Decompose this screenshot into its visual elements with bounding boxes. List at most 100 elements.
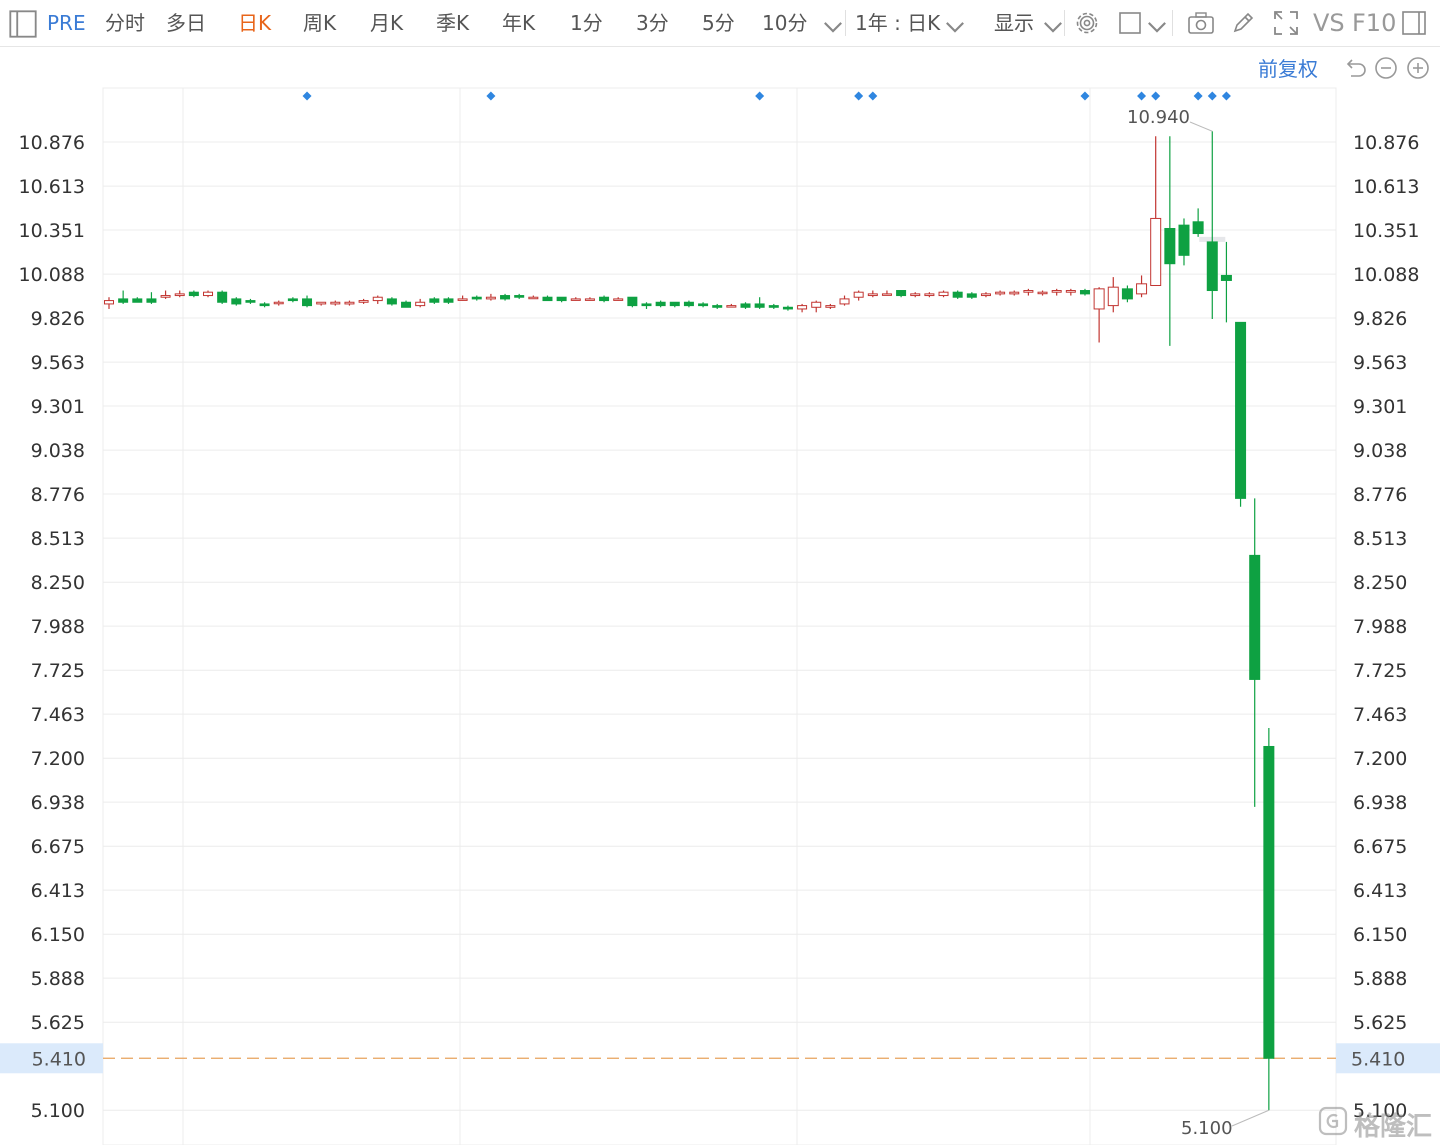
- candle-body-up[interactable]: [1107, 286, 1119, 307]
- candle-body-up[interactable]: [995, 291, 1006, 295]
- candle-body-up[interactable]: [584, 298, 595, 301]
- candle-body-up[interactable]: [1065, 290, 1076, 293]
- y-tick-label-left: 5.625: [31, 1012, 85, 1034]
- candle-body-down[interactable]: [1249, 554, 1261, 680]
- candle-body-down[interactable]: [259, 303, 270, 307]
- event-marker[interactable]: [1151, 91, 1161, 101]
- candle-body-up[interactable]: [330, 301, 341, 305]
- candle-body-up[interactable]: [867, 293, 878, 297]
- candle-body-down[interactable]: [146, 298, 157, 303]
- candle-body-up[interactable]: [358, 300, 369, 303]
- candle-body-up[interactable]: [825, 305, 836, 308]
- candle-body-up[interactable]: [613, 298, 624, 301]
- candle-body-down[interactable]: [1235, 321, 1247, 499]
- candle-body-up[interactable]: [528, 296, 539, 300]
- candle-body-down[interactable]: [683, 301, 694, 307]
- candle-body-down[interactable]: [655, 301, 666, 307]
- candle-body-up[interactable]: [372, 296, 383, 302]
- candle-body-up[interactable]: [938, 291, 949, 297]
- candle-body-down[interactable]: [217, 291, 228, 303]
- candle-body-up[interactable]: [344, 301, 355, 305]
- candle-body-up[interactable]: [1136, 283, 1148, 295]
- event-marker[interactable]: [1080, 91, 1090, 101]
- candle-body-down[interactable]: [443, 298, 454, 303]
- candle-body-up[interactable]: [1051, 290, 1062, 293]
- candle-body-up[interactable]: [924, 293, 935, 297]
- candle-body-up[interactable]: [726, 305, 737, 308]
- candle-body-down[interactable]: [952, 291, 963, 298]
- candle-body-down[interactable]: [1192, 221, 1204, 235]
- event-marker[interactable]: [486, 91, 496, 101]
- candle-body-down[interactable]: [302, 298, 313, 307]
- candle-body-down[interactable]: [1220, 274, 1232, 281]
- candle-body-up[interactable]: [980, 293, 991, 297]
- candlestick-chart[interactable]: 10.876 10.876 10.613 10.613 10.351 10.351 10.0…: [0, 0, 1440, 1145]
- candle-body-down[interactable]: [966, 293, 977, 298]
- candle-body-down[interactable]: [1121, 288, 1133, 300]
- candle-body-down[interactable]: [698, 303, 709, 307]
- event-marker[interactable]: [1193, 91, 1203, 101]
- candle-body-down[interactable]: [556, 296, 567, 302]
- candle-body-up[interactable]: [160, 295, 171, 298]
- candle-body-up[interactable]: [1150, 217, 1162, 286]
- candle-body-down[interactable]: [500, 295, 511, 300]
- candle-body-down[interactable]: [429, 298, 440, 303]
- candle-body-down[interactable]: [245, 300, 256, 303]
- candle-body-down[interactable]: [1263, 745, 1275, 1059]
- candle-body-down[interactable]: [542, 296, 553, 302]
- candle-body-down[interactable]: [768, 305, 779, 308]
- candle-body-down[interactable]: [669, 301, 680, 307]
- candle-body-down[interactable]: [1178, 224, 1190, 256]
- candle-body-up[interactable]: [415, 301, 426, 307]
- candle-body-up[interactable]: [1009, 291, 1020, 295]
- candle-body-down[interactable]: [740, 303, 751, 308]
- candle-body-down[interactable]: [782, 306, 793, 310]
- event-marker[interactable]: [854, 91, 864, 101]
- candle-body-down[interactable]: [188, 291, 199, 297]
- event-marker[interactable]: [1137, 91, 1147, 101]
- candle-body-up[interactable]: [174, 293, 185, 297]
- candle-body-down[interactable]: [401, 301, 412, 308]
- candle-body-up[interactable]: [1023, 290, 1034, 293]
- candle-body-down[interactable]: [287, 298, 298, 302]
- candle-body-down[interactable]: [641, 303, 652, 307]
- candle-body-up[interactable]: [457, 298, 468, 301]
- candle-body-up[interactable]: [853, 291, 864, 298]
- candle-body-down[interactable]: [386, 298, 397, 305]
- candle-body-down[interactable]: [231, 298, 242, 305]
- candle-body-up[interactable]: [881, 293, 892, 296]
- candle-body-up[interactable]: [839, 298, 850, 305]
- event-marker[interactable]: [868, 91, 878, 101]
- candle-body-up[interactable]: [485, 296, 496, 300]
- candle-body-down[interactable]: [599, 296, 610, 302]
- event-marker[interactable]: [1221, 91, 1231, 101]
- candle-body-up[interactable]: [316, 301, 327, 305]
- event-marker[interactable]: [1207, 91, 1217, 101]
- max-price-label: 10.940: [1127, 107, 1190, 128]
- gelonghui-watermark: 格隆汇: [1316, 1102, 1436, 1142]
- event-marker[interactable]: [302, 91, 312, 101]
- y-tick-label-right: 7.200: [1353, 748, 1407, 770]
- candle-body-up[interactable]: [910, 293, 921, 297]
- candle-body-down[interactable]: [118, 298, 129, 303]
- candle-body-up[interactable]: [104, 300, 114, 305]
- candle-body-down[interactable]: [1164, 227, 1176, 265]
- y-tick-label-right: 5.625: [1353, 1012, 1407, 1034]
- candle-body-down[interactable]: [1079, 290, 1090, 295]
- candle-body-up[interactable]: [1093, 288, 1105, 310]
- candle-body-up[interactable]: [797, 305, 808, 310]
- candle-body-down[interactable]: [712, 305, 723, 308]
- candle-body-up[interactable]: [570, 298, 581, 301]
- candle-body-down[interactable]: [1206, 241, 1218, 292]
- candle-body-up[interactable]: [1037, 291, 1048, 295]
- candle-body-up[interactable]: [811, 301, 822, 308]
- candle-body-down[interactable]: [471, 296, 482, 300]
- candle-body-down[interactable]: [627, 296, 638, 307]
- candle-body-up[interactable]: [203, 291, 214, 297]
- candle-body-down[interactable]: [896, 290, 907, 297]
- candle-body-down[interactable]: [754, 303, 765, 308]
- candle-body-up[interactable]: [273, 301, 284, 305]
- candle-body-down[interactable]: [132, 298, 143, 303]
- event-marker[interactable]: [755, 91, 765, 101]
- candle-body-down[interactable]: [514, 295, 525, 298]
